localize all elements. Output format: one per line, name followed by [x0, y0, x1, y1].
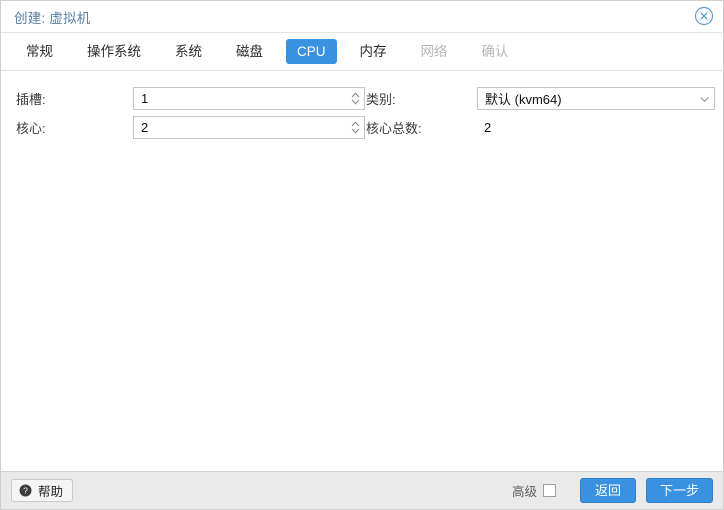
dialog-titlebar: 创建: 虚拟机	[1, 1, 723, 33]
tab-memory[interactable]: 内存	[349, 39, 398, 64]
cpu-form-grid: 插槽: 1 类别: 默认 (kvm64) 核心: 2 核心总数: 2	[1, 84, 723, 142]
question-mark-circle-icon: ?	[19, 484, 32, 497]
total-cores-label: 核心总数:	[366, 121, 422, 136]
sockets-label: 插槽:	[16, 92, 46, 107]
svg-text:?: ?	[23, 486, 28, 496]
cpu-settings-panel: 插槽: 1 类别: 默认 (kvm64) 核心: 2 核心总数: 2	[1, 71, 723, 471]
back-button[interactable]: 返回	[579, 478, 636, 503]
cores-stepper[interactable]: 2	[133, 116, 365, 139]
tab-system[interactable]: 系统	[164, 39, 213, 64]
close-circle-icon[interactable]	[694, 6, 714, 26]
tab-disks[interactable]: 磁盘	[225, 39, 274, 64]
sockets-input[interactable]: 1	[134, 91, 346, 106]
advanced-toggle[interactable]: 高级	[512, 481, 556, 500]
advanced-label: 高级	[511, 485, 537, 499]
dialog-footer: ? 帮助 高级 返回 下一步	[1, 471, 723, 509]
spinner-up-down-icon[interactable]	[346, 88, 364, 109]
tab-os[interactable]: 操作系统	[76, 39, 152, 64]
advanced-checkbox[interactable]	[542, 484, 556, 497]
cores-label: 核心:	[16, 121, 46, 136]
cputype-select[interactable]: 默认 (kvm64)	[477, 87, 715, 110]
dialog-title: 创建: 虚拟机	[14, 10, 91, 26]
create-vm-dialog: 创建: 虚拟机 常规 操作系统 系统 磁盘 CPU 内存 网络 确认 插槽: 1	[0, 0, 724, 510]
help-button-label: 帮助	[38, 485, 64, 499]
tab-network: 网络	[420, 44, 448, 59]
next-button[interactable]: 下一步	[645, 478, 713, 503]
cputype-label: 类别:	[366, 92, 396, 107]
tab-general[interactable]: 常规	[15, 39, 64, 64]
cputype-value: 默认 (kvm64)	[485, 92, 562, 107]
tab-cpu[interactable]: CPU	[286, 39, 337, 64]
wizard-tab-bar: 常规 操作系统 系统 磁盘 CPU 内存 网络 确认	[1, 33, 723, 71]
spinner-up-down-icon[interactable]	[346, 117, 364, 138]
help-button[interactable]: ? 帮助	[11, 479, 74, 502]
chevron-down-icon[interactable]	[694, 88, 714, 109]
cores-input[interactable]: 2	[134, 120, 346, 135]
sockets-stepper[interactable]: 1	[133, 87, 365, 110]
tab-confirm: 确认	[481, 44, 509, 59]
total-cores-value: 2	[484, 120, 492, 135]
